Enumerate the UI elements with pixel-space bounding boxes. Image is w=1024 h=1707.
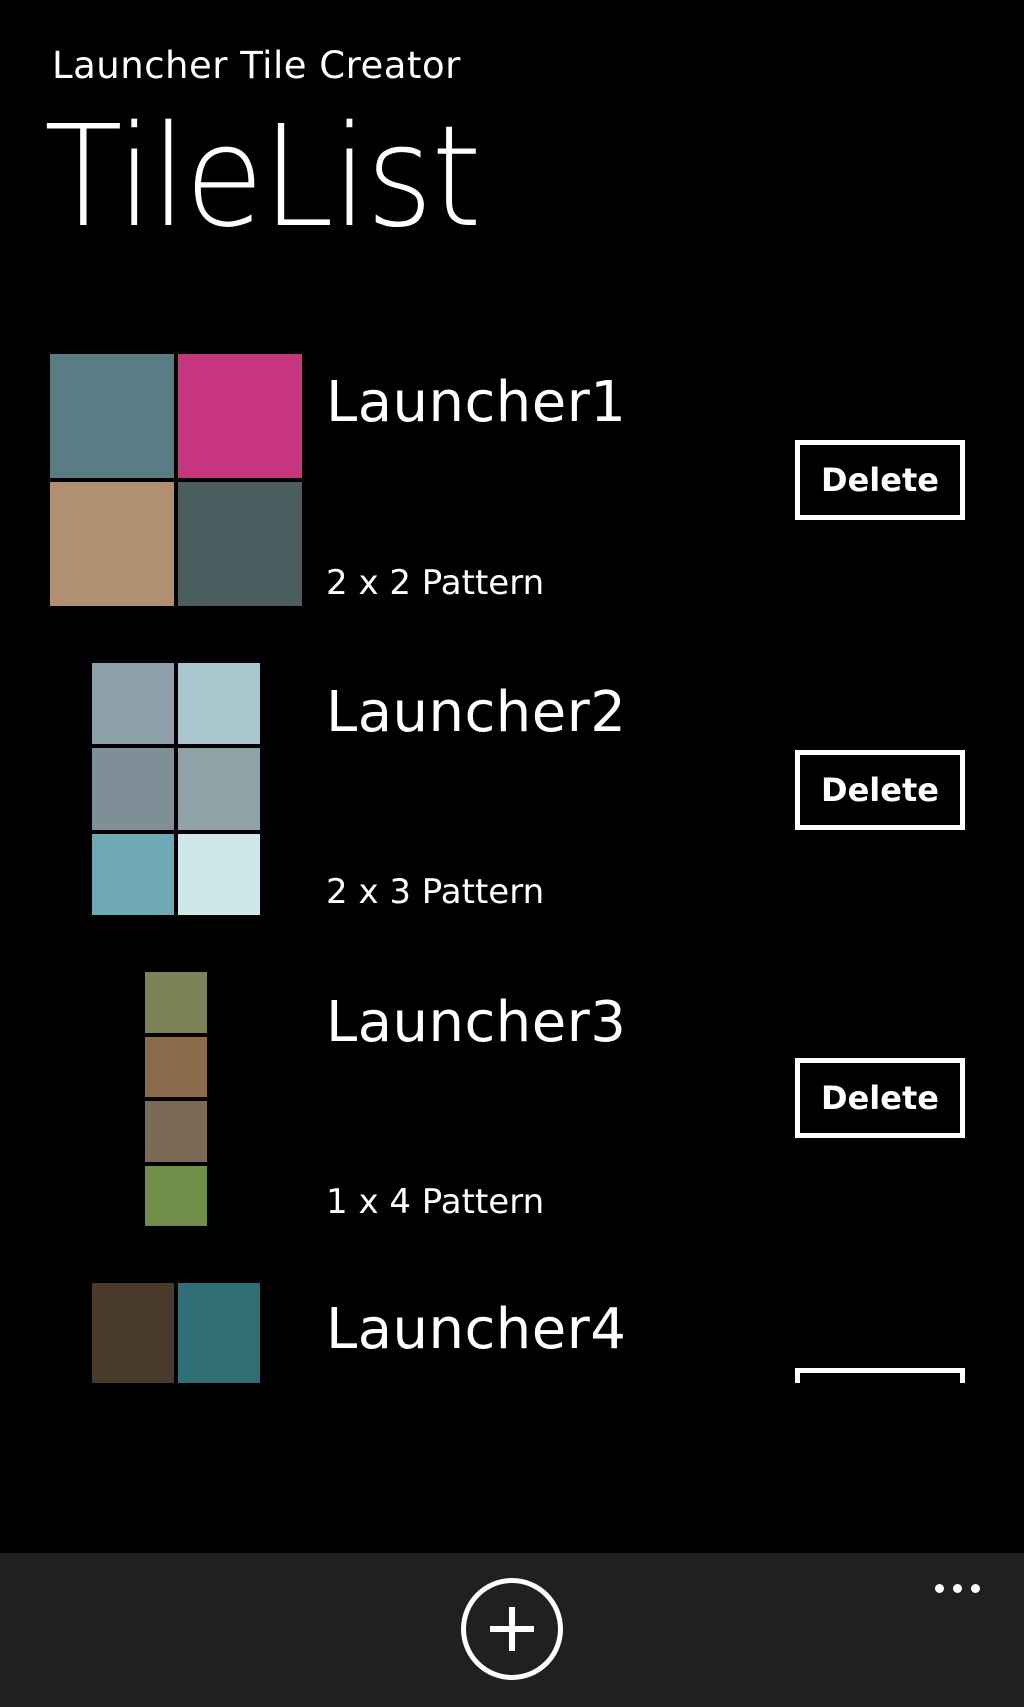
tile-cell: [92, 748, 174, 830]
tile-cell: [92, 833, 174, 915]
delete-button[interactable]: Delete: [795, 750, 965, 830]
tile-cell: [178, 482, 302, 606]
tile-name[interactable]: Launcher1: [326, 370, 626, 435]
tile-cell: [178, 833, 260, 915]
tile-cell: [178, 354, 302, 478]
tile-cell: [50, 354, 174, 478]
add-button[interactable]: [461, 1578, 563, 1680]
tile-name[interactable]: Launcher4: [326, 1297, 626, 1362]
tile-thumbnail[interactable]: [145, 972, 207, 1226]
tile-cell: [178, 663, 260, 745]
tile-cell: [145, 1165, 207, 1226]
more-button[interactable]: [912, 1568, 1002, 1608]
delete-button[interactable]: [795, 1368, 965, 1383]
tile-pattern: 2 x 3 Pattern: [326, 872, 545, 912]
tile-list[interactable]: Launcher1 2 x 2 Pattern Delete Launcher2…: [0, 0, 1024, 1383]
tile-thumbnail[interactable]: [92, 1283, 260, 1383]
delete-button[interactable]: Delete: [795, 1058, 965, 1138]
tile-cell: [92, 1283, 174, 1383]
tile-pattern: 2 x 2 Pattern: [326, 563, 545, 603]
tile-thumbnail[interactable]: [50, 354, 302, 606]
more-icon: [934, 1583, 980, 1593]
tile-cell: [92, 663, 174, 745]
tile-cell: [145, 972, 207, 1033]
tile-name[interactable]: Launcher3: [326, 990, 626, 1055]
delete-button[interactable]: Delete: [795, 440, 965, 520]
tile-item[interactable]: Launcher4: [0, 0, 1024, 1383]
tile-cell: [145, 1101, 207, 1162]
tile-pattern: 1 x 4 Pattern: [326, 1182, 545, 1222]
tile-cell: [50, 482, 174, 606]
tile-cell: [178, 748, 260, 830]
tile-cell: [145, 1036, 207, 1097]
tile-name[interactable]: Launcher2: [326, 680, 626, 745]
tile-cell: [178, 1283, 260, 1383]
tile-thumbnail[interactable]: [92, 663, 260, 915]
